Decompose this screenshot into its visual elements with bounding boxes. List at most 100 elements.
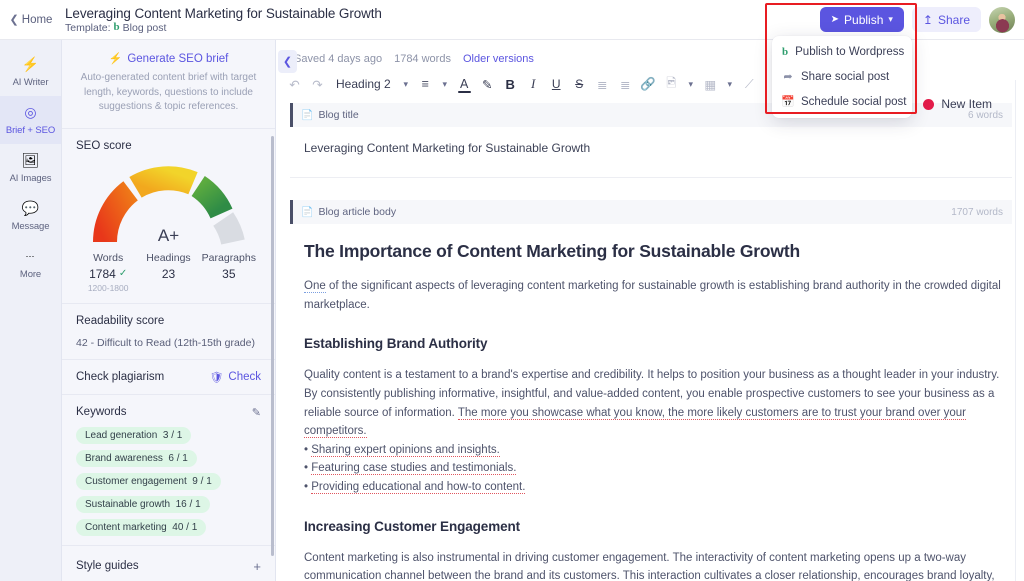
menu-item-label: Schedule social post bbox=[801, 95, 907, 108]
wordpress-icon: b bbox=[782, 46, 789, 58]
keyword-chip[interactable]: Brand awareness 6 / 1 bbox=[76, 449, 197, 467]
stat-label: Headings bbox=[146, 251, 191, 264]
sidebar-item-brief-seo[interactable]: ◎ Brief + SEO bbox=[0, 96, 61, 144]
flagged-list-text[interactable]: Sharing expert opinions and insights. bbox=[311, 443, 500, 457]
keyword-term: Lead generation bbox=[85, 429, 158, 441]
stat-label: Paragraphs bbox=[201, 251, 256, 264]
pencil-icon[interactable]: ✎ bbox=[252, 406, 261, 419]
text-color-button[interactable]: A bbox=[454, 73, 475, 95]
article-h2-establishing-brand-authority: Establishing Brand Authority bbox=[304, 336, 488, 352]
keyword-term: Content marketing bbox=[85, 521, 167, 533]
article-intro-paragraph: One of the significant aspects of levera… bbox=[304, 277, 1010, 314]
list-item: • Providing educational and how-to conte… bbox=[304, 481, 526, 494]
redo-icon[interactable]: ↷ bbox=[307, 73, 328, 95]
stat-paragraphs: Paragraphs 35 bbox=[199, 252, 259, 293]
publish-button[interactable]: ➤ Publish ▾ bbox=[819, 7, 904, 32]
keyword-chip[interactable]: Lead generation 3 / 1 bbox=[76, 426, 192, 444]
bold-button[interactable]: B bbox=[500, 73, 521, 95]
article-h2-increasing-customer-engagement: Increasing Customer Engagement bbox=[304, 518, 521, 534]
article-content[interactable]: The Importance of Content Marketing for … bbox=[290, 241, 1012, 581]
calendar-icon: 📅 bbox=[781, 96, 795, 108]
keyword-chip[interactable]: Content marketing 40 / 1 bbox=[76, 518, 207, 536]
check-label: Check bbox=[228, 371, 261, 383]
stat-headings: Headings 23 bbox=[138, 252, 198, 293]
paragraph-style-select[interactable]: Heading 2 bbox=[330, 73, 397, 95]
sidebar-item-more[interactable]: ⋯ More bbox=[0, 240, 61, 288]
clear-format-icon[interactable]: ⟋ bbox=[739, 73, 760, 95]
style-guides-section[interactable]: Style guides + bbox=[62, 546, 275, 581]
block-word-count: 1707 words bbox=[951, 206, 1003, 218]
menu-item-publish-to-wordpress[interactable]: b Publish to Wordpress bbox=[772, 40, 912, 64]
menu-item-share-social-post[interactable]: ➦ Share social post bbox=[772, 64, 912, 89]
readability-value: 42 - Difficult to Read (12th-15th grade) bbox=[76, 336, 255, 349]
blog-title-text[interactable]: Leveraging Content Marketing for Sustain… bbox=[290, 127, 1012, 155]
strikethrough-button[interactable]: S bbox=[569, 73, 590, 95]
table-icon[interactable]: ▦ bbox=[700, 73, 721, 95]
numbered-list-icon[interactable]: ≣ bbox=[615, 73, 636, 95]
keyword-chip[interactable]: Customer engagement 9 / 1 bbox=[76, 472, 221, 490]
sidebar-item-ai-images[interactable]: 🖼 AI Images bbox=[0, 144, 61, 192]
generate-seo-brief-button[interactable]: ⚡ Generate SEO brief bbox=[76, 52, 261, 66]
top-bar: ❮ Home Leveraging Content Marketing for … bbox=[0, 0, 1024, 40]
new-item-indicator[interactable]: New Item bbox=[923, 97, 992, 111]
check-icon: ✓ bbox=[118, 268, 128, 279]
seo-score-gauge: A+ bbox=[89, 162, 249, 248]
document-icon: 📄 bbox=[301, 206, 314, 218]
link-icon[interactable]: 🔗 bbox=[638, 73, 659, 95]
collapse-panel-button[interactable]: ❮ bbox=[278, 50, 297, 73]
keywords-heading: Keywords bbox=[76, 406, 127, 418]
sidebar-item-label: More bbox=[19, 269, 42, 280]
keyword-term: Brand awareness bbox=[85, 452, 163, 464]
generate-brief-label: Generate SEO brief bbox=[127, 52, 229, 65]
stat-value: 23 bbox=[161, 266, 176, 281]
bolt-icon: ⚡ bbox=[108, 53, 123, 65]
chevron-down-icon[interactable]: ▾ bbox=[723, 73, 737, 95]
editor-area: Saved 4 days ago 1784 words Older versio… bbox=[276, 40, 1024, 581]
blog-post-logo-icon: b bbox=[113, 21, 120, 33]
image-icon[interactable]: 🖻 bbox=[661, 73, 682, 95]
right-edge-strip bbox=[1015, 80, 1024, 581]
target-icon: ◎ bbox=[24, 104, 37, 120]
bold-label: B bbox=[505, 76, 515, 92]
sidebar-item-label: Message bbox=[11, 221, 50, 232]
keyword-chip[interactable]: Sustainable growth 16 / 1 bbox=[76, 495, 210, 513]
new-item-label: New Item bbox=[941, 97, 992, 111]
avatar[interactable] bbox=[989, 6, 1015, 33]
seo-grade-value: A+ bbox=[157, 225, 180, 245]
keyword-count: 3 / 1 bbox=[162, 429, 183, 441]
document-canvas[interactable]: 📄 Blog title 6 words Leveraging Content … bbox=[276, 103, 1024, 581]
align-left-icon[interactable]: ≡ bbox=[415, 73, 436, 95]
menu-item-schedule-social-post[interactable]: 📅 Schedule social post bbox=[772, 89, 912, 114]
template-name-label: Blog post bbox=[122, 21, 167, 34]
older-versions-link[interactable]: Older versions bbox=[463, 53, 534, 65]
chevron-down-icon[interactable]: ▾ bbox=[399, 73, 413, 95]
list-item: • Featuring case studies and testimonial… bbox=[304, 462, 517, 476]
share-button[interactable]: ↥ Share bbox=[911, 7, 981, 32]
keyword-term: Sustainable growth bbox=[85, 498, 171, 510]
upload-icon: ↥ bbox=[922, 12, 933, 27]
flagged-list-text[interactable]: Providing educational and how-to content… bbox=[311, 481, 526, 494]
home-back-button[interactable]: ❮ Home bbox=[0, 0, 62, 40]
underline-button[interactable]: U bbox=[546, 73, 567, 95]
check-plagiarism-button[interactable]: 🛡 Check bbox=[209, 371, 261, 384]
block-name: Blog title bbox=[318, 109, 359, 121]
home-label: Home bbox=[21, 13, 53, 26]
plus-icon[interactable]: + bbox=[253, 559, 261, 574]
chevron-down-icon[interactable]: ▾ bbox=[438, 73, 452, 95]
list-item: • Sharing expert opinions and insights. bbox=[304, 443, 500, 457]
sidebar-item-label: Brief + SEO bbox=[5, 125, 56, 136]
document-icon: 📄 bbox=[301, 109, 314, 121]
grammar-suggestion-word[interactable]: One bbox=[304, 280, 326, 293]
sidebar-item-ai-writer[interactable]: ⚡ AI Writer bbox=[0, 48, 61, 96]
seo-panel-scrollbar[interactable] bbox=[271, 136, 274, 556]
chevron-down-icon[interactable]: ▾ bbox=[684, 73, 698, 95]
plagiarism-section: Check plagiarism 🛡 Check bbox=[62, 360, 275, 395]
send-icon: ➤ bbox=[830, 14, 840, 25]
highlighter-icon[interactable]: ✎ bbox=[477, 73, 498, 95]
flagged-list-text[interactable]: Featuring case studies and testimonials. bbox=[311, 462, 517, 476]
sidebar-item-message[interactable]: 💬 Message bbox=[0, 192, 61, 240]
italic-button[interactable]: I bbox=[523, 73, 544, 95]
bullet-list-icon[interactable]: ≣ bbox=[592, 73, 613, 95]
undo-icon[interactable]: ↶ bbox=[284, 73, 305, 95]
plagiarism-heading: Check plagiarism bbox=[76, 371, 165, 383]
